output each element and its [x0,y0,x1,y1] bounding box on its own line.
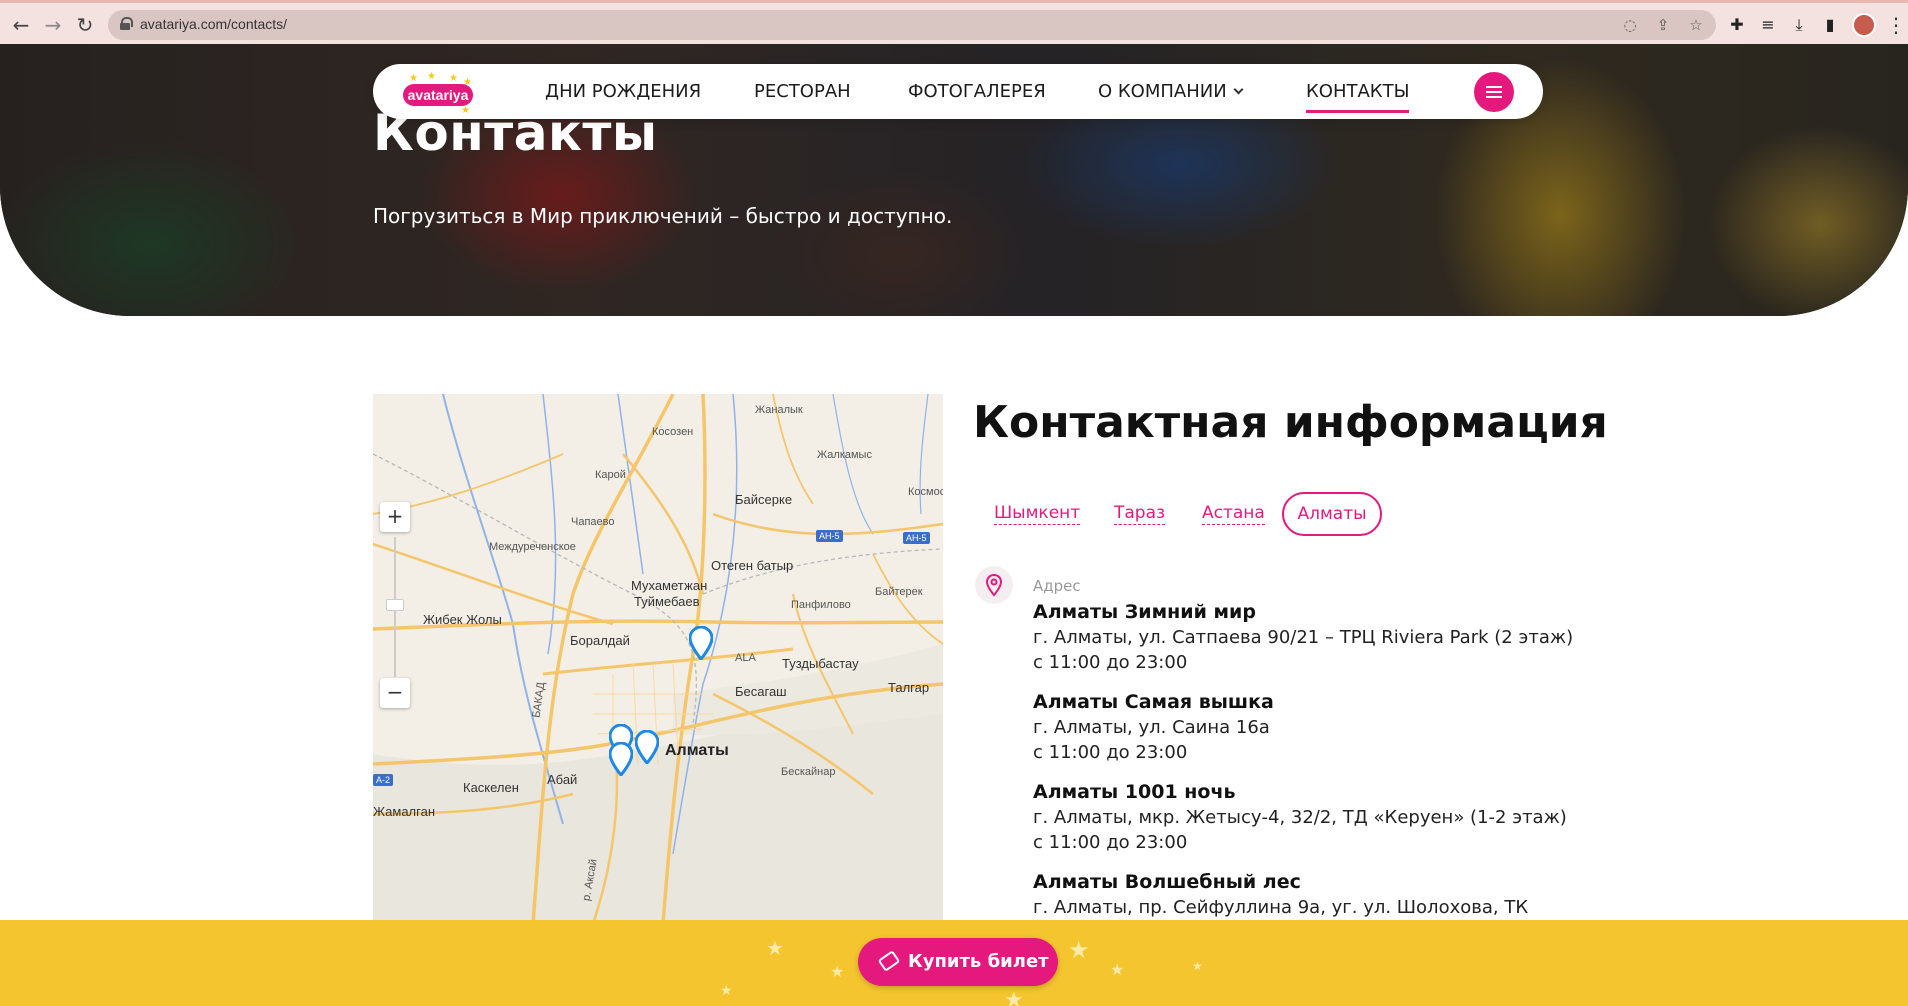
star-icon: ★ [1110,960,1125,979]
map-label: Туймебаев [634,594,700,609]
url-text: avatariya.com/contacts/ [140,16,288,32]
star-icon: ★ [449,73,458,84]
location-address: г. Алматы, ул. Саина 16а [1033,717,1270,738]
map-label: Косозен [652,426,694,438]
location-hours: с 11:00 до 23:00 [1033,742,1188,763]
map-label: Талгар [888,680,930,695]
site-header: ★ ★ ★ ★ avatariya ★ ДНИ РОЖДЕНИЯ РЕСТОРА… [373,64,1543,119]
map-label: Жалкамыс [817,449,872,461]
avatariya-logo[interactable]: ★ ★ ★ ★ avatariya ★ [403,71,475,116]
map-label: Абай [547,772,578,787]
tab-shymkent[interactable]: Шымкент [994,503,1081,525]
back-arrow-icon[interactable]: ← [8,12,34,38]
browser-toolbar: ← → ↻ avatariya.com/contacts/ ◌ ⇪ ☆ ✚ ≡ … [0,0,1908,44]
tab-astana[interactable]: Астана [1202,503,1265,525]
map-pin-icon[interactable] [609,742,633,776]
logo-wordmark: avatariya [403,84,473,106]
star-icon: ★ [461,105,470,116]
buy-ticket-label: Купить билет [908,951,1049,972]
map-label: Отеген батыр [711,558,794,573]
location-hours: с 11:00 до 23:00 [1033,652,1188,673]
nav-contacts[interactable]: КОНТАКТЫ [1306,81,1410,113]
nav-restaurant[interactable]: РЕСТОРАН [754,81,851,102]
map-label: Панфилово [791,599,851,611]
map-pin-icon[interactable] [635,730,659,764]
map-label: Байтерек [875,586,923,598]
map-label: Космос [908,486,943,498]
location-pin-icon [975,566,1013,604]
buy-ticket-button[interactable]: Купить билет [858,938,1058,986]
star-icon: ★ [1192,959,1203,973]
location-name: Алматы 1001 ночь [1033,781,1236,803]
page-subtitle: Погрузиться в Мир приключений – быстро и… [373,204,953,228]
location-address: г. Алматы, мкр. Жетысу-4, 32/2, ТД «Керу… [1033,807,1567,828]
map-label: Жибек Жолы [423,612,502,627]
map-label: Туздыбастау [782,656,859,671]
nav-about-company-label: О КОМПАНИИ [1098,81,1227,102]
address-label: Адрес [1033,577,1081,595]
map-label: ALA [735,652,756,664]
location-address: г. Алматы, ул. Сатпаева 90/21 – ТРЦ Rivi… [1033,627,1574,648]
map-zoom-in-button[interactable]: + [380,502,410,532]
side-panel-icon[interactable]: ▮ [1819,14,1841,36]
location-name: Алматы Зимний мир [1033,601,1256,623]
menu-hamburger-button[interactable] [1474,72,1514,112]
ticket-icon [877,950,901,972]
locations-map[interactable]: Жаналык Косозен Жалкамыс Карой Байсерке … [373,394,943,924]
chevron-down-icon [1233,84,1244,95]
star-icon: ★ [1068,936,1090,964]
map-label: Каскелен [463,780,519,795]
bookmark-star-icon[interactable]: ☆ [1686,15,1706,35]
lock-icon[interactable] [120,17,133,30]
map-label: Карой [595,469,626,481]
eye-off-icon[interactable]: ◌ [1620,15,1640,35]
star-icon: ★ [1004,988,1024,1006]
star-icon: ★ [766,936,784,960]
download-icon[interactable]: ⤓ [1788,14,1810,36]
location-address: г. Алматы, пр. Сейфуллина 9а, уг. ул. Шо… [1033,897,1529,918]
map-zoom-out-button[interactable]: − [380,678,410,708]
nav-photo-gallery[interactable]: ФОТОГАЛЕРЕЯ [908,81,1046,102]
map-label: Бескайнар [781,766,836,778]
star-icon: ★ [830,962,845,981]
tab-taraz[interactable]: Тараз [1114,503,1166,525]
road-badge: АН-5 [903,532,930,544]
buy-ticket-bar: ★ ★ ★ ★ ★ ★ ★ Купить билет [0,920,1908,1006]
map-label: Междуреченское [489,541,576,553]
extensions-puzzle-icon[interactable]: ✚ [1726,14,1748,36]
location-hours: с 11:00 до 23:00 [1033,832,1188,853]
map-label: Боралдай [570,633,630,648]
location-name: Алматы Волшебный лес [1033,871,1301,893]
map-label: Бесагаш [735,684,787,699]
map-label: Жаналык [755,404,803,416]
tab-almaty[interactable]: Алматы [1282,492,1382,536]
browser-menu-icon[interactable]: ⋮ [1886,13,1906,37]
nav-birthdays[interactable]: ДНИ РОЖДЕНИЯ [545,81,701,102]
forward-arrow-icon[interactable]: → [40,12,66,38]
reload-icon[interactable]: ↻ [72,12,98,38]
map-city-label: Алматы [665,742,729,759]
share-icon[interactable]: ⇪ [1653,15,1673,35]
road-badge: А-2 [373,774,394,786]
map-label: Чапаево [571,516,615,528]
map-zoom-handle[interactable] [386,599,404,611]
profile-avatar[interactable] [1852,13,1876,37]
address-bar[interactable]: avatariya.com/contacts/ ◌ ⇪ ☆ [108,10,1716,40]
road-badge: АН-5 [816,530,843,542]
map-label: Байсерке [735,492,793,507]
map-label: Мухаметжан [631,578,708,593]
star-icon: ★ [427,71,436,82]
contact-info-title: Контактная информация [973,397,1608,448]
media-playlist-icon[interactable]: ≡ [1757,14,1779,36]
star-icon: ★ [409,73,418,84]
nav-about-company[interactable]: О КОМПАНИИ [1098,81,1244,102]
map-pin-icon[interactable] [689,626,713,660]
location-name: Алматы Самая вышка [1033,691,1274,713]
star-icon: ★ [720,983,733,999]
map-label: Жамалган [373,804,435,819]
